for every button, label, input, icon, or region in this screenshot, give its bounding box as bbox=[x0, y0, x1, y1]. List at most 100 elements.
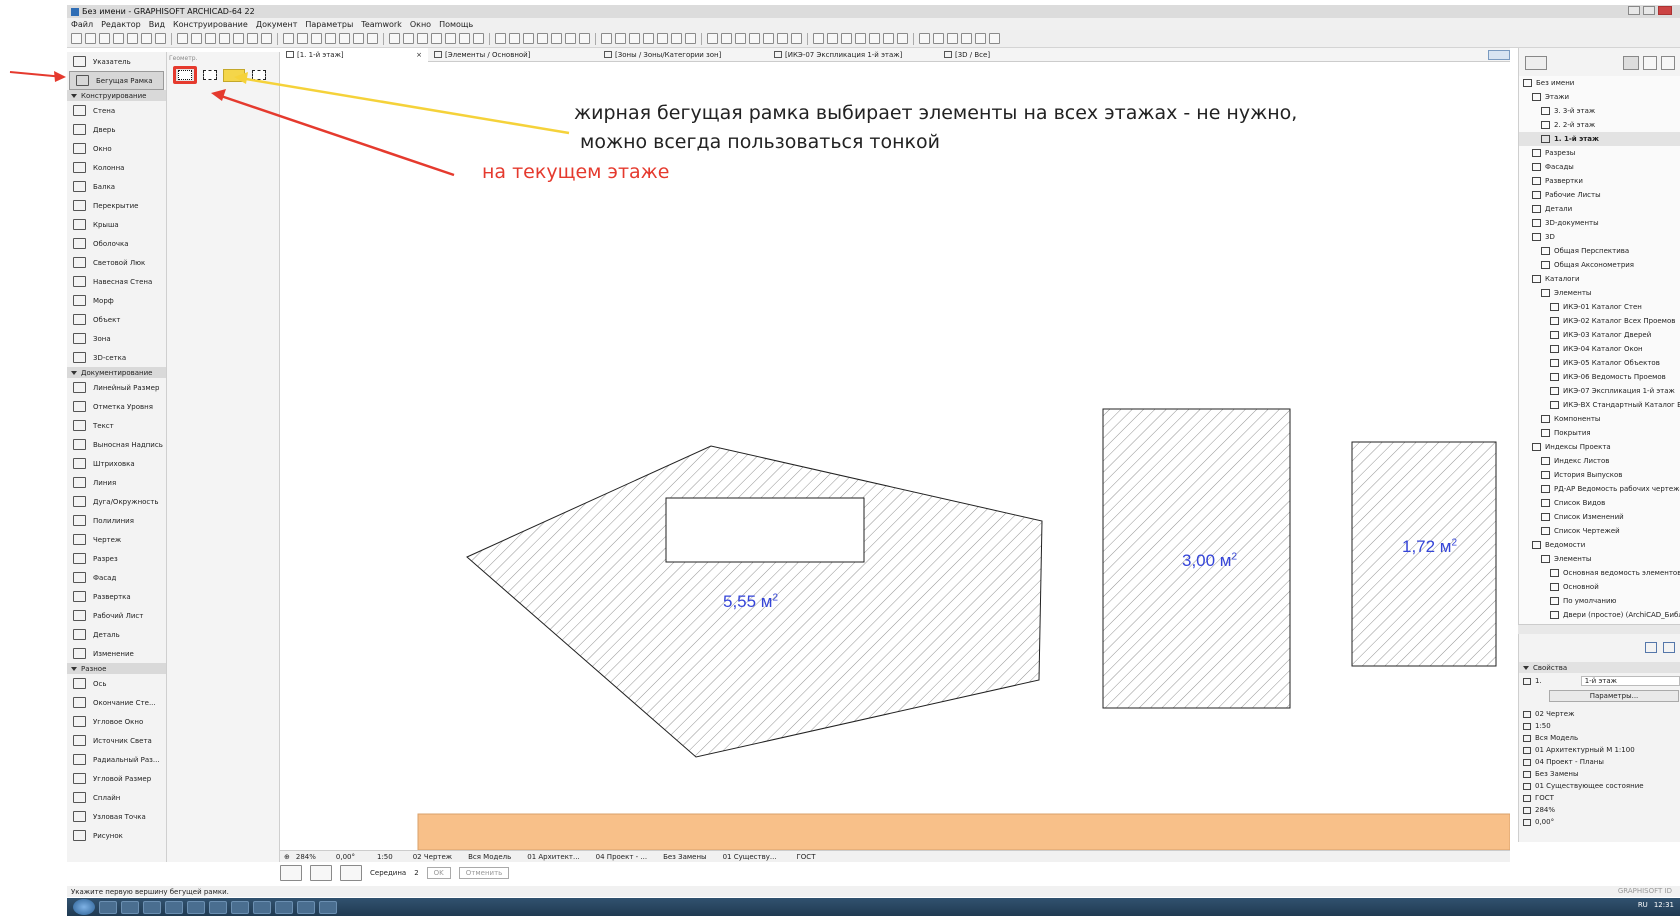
angle-value[interactable]: 0,00° bbox=[336, 853, 355, 861]
navigator-item-рабочие-листы[interactable]: Рабочие Листы bbox=[1519, 188, 1680, 202]
property-гост[interactable]: ГОСТ bbox=[1519, 792, 1680, 804]
navigator-item-фасады[interactable]: Фасады bbox=[1519, 160, 1680, 174]
property-01-существующее-состояние[interactable]: 01 Существующее состояние bbox=[1519, 780, 1680, 792]
taskbar-app-10[interactable] bbox=[297, 900, 315, 914]
navigator-item-детали[interactable]: Детали bbox=[1519, 202, 1680, 216]
cancel-button[interactable]: Отменить bbox=[458, 867, 510, 879]
scale-value[interactable]: 1:50 bbox=[377, 853, 393, 861]
navigator-item-этажи[interactable]: Этажи bbox=[1519, 90, 1680, 104]
mvo-combo[interactable]: 04 Проект - ... bbox=[596, 853, 647, 861]
navigator-hscrollbar[interactable] bbox=[1518, 624, 1680, 634]
start-button[interactable] bbox=[73, 899, 95, 915]
layer-combo[interactable]: 02 Чертеж bbox=[413, 853, 452, 861]
pen-set-combo[interactable]: 01 Архитект... bbox=[527, 853, 579, 861]
story-name-field[interactable]: 1-й этаж bbox=[1580, 676, 1680, 686]
navigator-item-икэ-06-ведомость-проемов[interactable]: ИКЭ-06 Ведомость Проемов bbox=[1519, 370, 1680, 384]
navigator-item-ведомости[interactable]: Ведомости bbox=[1519, 538, 1680, 552]
model-view-combo[interactable]: Вся Модель bbox=[468, 853, 511, 861]
navigator-item-3d[interactable]: 3D bbox=[1519, 230, 1680, 244]
navigator-item-икэ-03-каталог-дверей[interactable]: ИКЭ-03 Каталог Дверей bbox=[1519, 328, 1680, 342]
navigator-item-двери-простое-archicad-библиот[interactable]: Двери (простое) (ArchiCAD_Библиот bbox=[1519, 608, 1680, 622]
property-вся-модель[interactable]: Вся Модель bbox=[1519, 732, 1680, 744]
renovation-combo[interactable]: 01 Существу... bbox=[723, 853, 777, 861]
zoom-value[interactable]: 284% bbox=[296, 853, 316, 861]
snap-division-value[interactable]: 2 bbox=[414, 869, 418, 877]
navigator-item-икэ-05-каталог-объектов[interactable]: ИКЭ-05 Каталог Объектов bbox=[1519, 356, 1680, 370]
navigator-item-список-чертежей[interactable]: Список Чертежей bbox=[1519, 524, 1680, 538]
navigator-item-общая-перспектива[interactable]: Общая Перспектива bbox=[1519, 244, 1680, 258]
property-01-архитектурный-м-1-100[interactable]: 01 Архитектурный М 1:100 bbox=[1519, 744, 1680, 756]
navigator-item-икэ-01-каталог-стен[interactable]: ИКЭ-01 Каталог Стен bbox=[1519, 300, 1680, 314]
language-indicator[interactable]: RU bbox=[1638, 901, 1648, 909]
navigator-item-основной[interactable]: Основной bbox=[1519, 580, 1680, 594]
navigator-item-3-3-й-этаж[interactable]: 3. 3-й этаж bbox=[1519, 104, 1680, 118]
navigator-item-покрытия[interactable]: Покрытия bbox=[1519, 426, 1680, 440]
navigator-item-индексы-проекта[interactable]: Индексы Проекта bbox=[1519, 440, 1680, 454]
taskbar-app-8[interactable] bbox=[253, 900, 271, 914]
navigator-item-элементы[interactable]: Элементы bbox=[1519, 552, 1680, 566]
navigator-item-3d-документы[interactable]: 3D-документы bbox=[1519, 216, 1680, 230]
properties-header[interactable]: Свойства bbox=[1519, 662, 1680, 673]
taskbar-app-3[interactable] bbox=[143, 900, 161, 914]
navigator-item-icon bbox=[1541, 415, 1550, 423]
navigator-item-общая-аксонометрия[interactable]: Общая Аксонометрия bbox=[1519, 258, 1680, 272]
navigator-item-рд-ар-ведомость-рабочих-чертежей[interactable]: РД-АР Ведомость рабочих чертежей bbox=[1519, 482, 1680, 496]
navigator-item-icon bbox=[1550, 331, 1559, 339]
annotation-yellow-text: жирная бегущая рамка выбирает элементы н… bbox=[574, 102, 1298, 124]
navigator-item-основная-ведомость-элементов[interactable]: Основная ведомость элементов bbox=[1519, 566, 1680, 580]
property-284[interactable]: 284% bbox=[1519, 804, 1680, 816]
property-без-замены[interactable]: Без Замены bbox=[1519, 768, 1680, 780]
navigator-item-история-выпусков[interactable]: История Выпусков bbox=[1519, 468, 1680, 482]
dimension-combo[interactable]: ГОСТ bbox=[797, 853, 816, 861]
snap-mode-label[interactable]: Середина bbox=[370, 869, 406, 877]
property-0-00[interactable]: 0,00° bbox=[1519, 816, 1680, 828]
zoom-icon[interactable]: ⊕ bbox=[284, 853, 290, 861]
navigator-item-без-имени[interactable]: Без имени bbox=[1519, 76, 1680, 90]
taskbar-app-2[interactable] bbox=[121, 900, 139, 914]
snap-bar: Середина 2 OK Отменить bbox=[280, 864, 600, 882]
navigator-item-список-изменений[interactable]: Список Изменений bbox=[1519, 510, 1680, 524]
layout-book-icon[interactable] bbox=[1661, 56, 1675, 70]
navigator-item-разрезы[interactable]: Разрезы bbox=[1519, 146, 1680, 160]
navigator-item-элементы[interactable]: Элементы bbox=[1519, 286, 1680, 300]
clock[interactable]: 12:31 bbox=[1654, 901, 1674, 909]
navigator-item-label: Индексы Проекта bbox=[1545, 443, 1611, 451]
navigator-item-по-умолчанию[interactable]: По умолчанию bbox=[1519, 594, 1680, 608]
navigator-item-икэ-02-каталог-всех-проемов[interactable]: ИКЭ-02 Каталог Всех Проемов bbox=[1519, 314, 1680, 328]
navigator-item-2-2-й-этаж[interactable]: 2. 2-й этаж bbox=[1519, 118, 1680, 132]
snap-tool-icon[interactable] bbox=[280, 865, 302, 881]
navigator-item-развертки[interactable]: Развертки bbox=[1519, 174, 1680, 188]
taskbar-app-1[interactable] bbox=[99, 900, 117, 914]
taskbar-app-4[interactable] bbox=[165, 900, 183, 914]
navigator-item-каталоги[interactable]: Каталоги bbox=[1519, 272, 1680, 286]
graphisoft-id-label[interactable]: GRAPHISOFT ID bbox=[1618, 887, 1672, 895]
guide-icon[interactable] bbox=[310, 865, 332, 881]
navigator-item-label: Фасады bbox=[1545, 163, 1574, 171]
ok-button[interactable]: OK bbox=[426, 867, 451, 879]
navigator-item-список-видов[interactable]: Список Видов bbox=[1519, 496, 1680, 510]
view-settings-icon[interactable] bbox=[1663, 642, 1675, 653]
new-view-icon[interactable] bbox=[1645, 642, 1657, 653]
navigator-item-индекс-листов[interactable]: Индекс Листов bbox=[1519, 454, 1680, 468]
taskbar-app-11[interactable] bbox=[319, 900, 337, 914]
taskbar-app-9[interactable] bbox=[275, 900, 293, 914]
navigator-item-label: Общая Перспектива bbox=[1554, 247, 1630, 255]
property-04-проект-планы[interactable]: 04 Проект - Планы bbox=[1519, 756, 1680, 768]
taskbar-app-7[interactable] bbox=[231, 900, 249, 914]
taskbar-app-6[interactable] bbox=[209, 900, 227, 914]
override-combo[interactable]: Без Замены bbox=[663, 853, 707, 861]
navigator-item-икэ-04-каталог-окон[interactable]: ИКЭ-04 Каталог Окон bbox=[1519, 342, 1680, 356]
project-map-icon[interactable] bbox=[1623, 56, 1639, 70]
navigator-item-икэ-вх-стандартный-каталог-bim[interactable]: ИКЭ-ВХ Стандартный Каталог BIM bbox=[1519, 398, 1680, 412]
navigator-item-компоненты[interactable]: Компоненты bbox=[1519, 412, 1680, 426]
property-1-50[interactable]: 1:50 bbox=[1519, 720, 1680, 732]
navigator-item-икэ-07-экспликация-1-й-этаж[interactable]: ИКЭ-07 Экспликация 1-й этаж bbox=[1519, 384, 1680, 398]
snap-point-icon[interactable] bbox=[340, 865, 362, 881]
navigator-item-1-1-й-этаж[interactable]: 1. 1-й этаж bbox=[1519, 132, 1680, 146]
property-02-чертеж[interactable]: 02 Чертеж bbox=[1519, 708, 1680, 720]
navigator-dropdown[interactable] bbox=[1525, 56, 1547, 70]
story-settings-button[interactable]: Параметры... bbox=[1549, 690, 1679, 702]
view-map-icon[interactable] bbox=[1643, 56, 1657, 70]
taskbar-app-5[interactable] bbox=[187, 900, 205, 914]
navigator-item-label: Основной bbox=[1563, 583, 1599, 591]
